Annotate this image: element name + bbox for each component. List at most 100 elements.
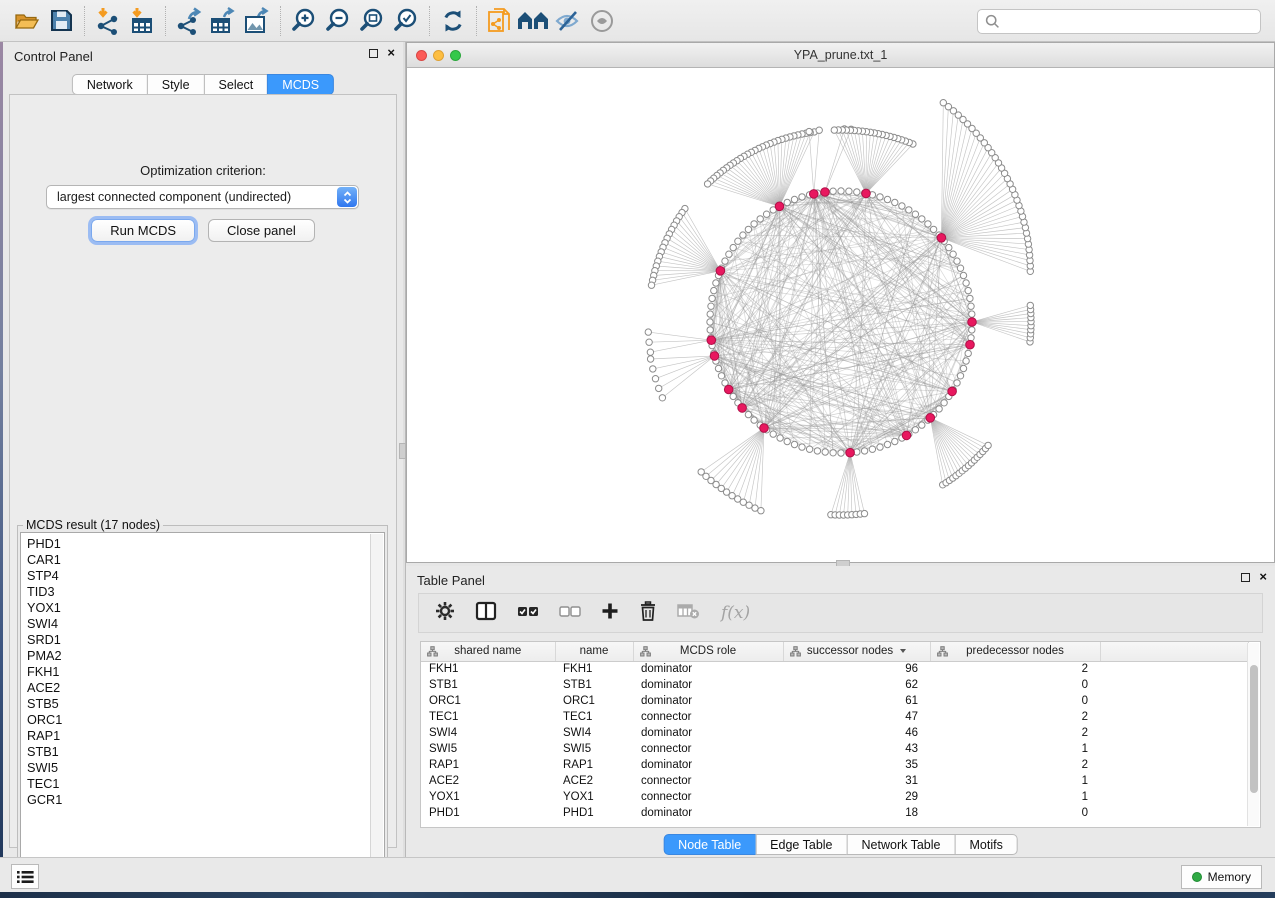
export-table-icon[interactable] — [206, 5, 240, 37]
tab-edge-table[interactable]: Edge Table — [755, 834, 847, 855]
deselect-all-icon[interactable] — [559, 602, 581, 625]
memory-button[interactable]: Memory — [1181, 865, 1262, 889]
column-header-shared-name[interactable]: shared name — [421, 642, 555, 661]
mcds-result-item[interactable]: FKH1 — [27, 664, 384, 680]
column-header-name[interactable]: name — [555, 642, 633, 661]
zoom-out-icon[interactable] — [321, 5, 355, 37]
mcds-result-item[interactable]: ACE2 — [27, 680, 384, 696]
mcds-result-item[interactable]: SWI5 — [27, 760, 384, 776]
table-cell[interactable]: dominator — [633, 677, 783, 693]
vertical-splitter-grip[interactable] — [399, 443, 406, 459]
table-cell[interactable]: connector — [633, 789, 783, 805]
table-row[interactable]: YOX1YOX1connector291 — [421, 789, 1249, 805]
table-cell[interactable]: connector — [633, 741, 783, 757]
tab-network-table[interactable]: Network Table — [847, 834, 956, 855]
float-panel-icon[interactable] — [1241, 573, 1250, 582]
tab-network[interactable]: Network — [72, 74, 148, 95]
table-row[interactable]: RAP1RAP1dominator352 — [421, 757, 1249, 773]
search-box[interactable] — [977, 9, 1261, 34]
mcds-result-item[interactable]: CAR1 — [27, 552, 384, 568]
mcds-result-listbox[interactable]: PHD1CAR1STP4TID3YOX1SWI4SRD1PMA2FKH1ACE2… — [20, 532, 385, 887]
result-scrollbar[interactable] — [370, 534, 383, 885]
table-scrollbar-thumb[interactable] — [1250, 665, 1258, 793]
table-cell[interactable]: dominator — [633, 693, 783, 709]
import-network-icon[interactable] — [91, 5, 125, 37]
table-cell[interactable]: FKH1 — [421, 661, 555, 677]
table-row[interactable]: SWI4SWI4dominator462 — [421, 725, 1249, 741]
table-cell[interactable]: YOX1 — [555, 789, 633, 805]
network-graph[interactable] — [407, 68, 1274, 562]
table-cell[interactable]: YOX1 — [421, 789, 555, 805]
table-cell[interactable]: 2 — [930, 709, 1100, 725]
table-cell[interactable]: dominator — [633, 661, 783, 677]
select-all-icon[interactable] — [517, 602, 539, 625]
table-scrollbar[interactable] — [1247, 643, 1259, 826]
table-cell[interactable]: FKH1 — [555, 661, 633, 677]
table-settings-gear-icon[interactable] — [435, 601, 455, 626]
mcds-result-item[interactable]: STB5 — [27, 696, 384, 712]
mcds-result-item[interactable]: PMA2 — [27, 648, 384, 664]
mcds-result-item[interactable]: RAP1 — [27, 728, 384, 744]
column-header-predecessor-nodes[interactable]: predecessor nodes — [930, 642, 1100, 661]
table-cell[interactable]: 0 — [930, 693, 1100, 709]
close-panel-button[interactable]: Close panel — [208, 219, 315, 242]
table-cell[interactable]: ORC1 — [421, 693, 555, 709]
table-cell[interactable]: STB1 — [421, 677, 555, 693]
column-header-mcds-role[interactable]: MCDS role — [633, 642, 783, 661]
save-icon[interactable] — [44, 5, 78, 37]
mcds-result-item[interactable]: TEC1 — [27, 776, 384, 792]
open-folder-icon[interactable] — [10, 5, 44, 37]
column-header-successor-nodes[interactable]: successor nodes — [783, 642, 930, 661]
table-cell[interactable]: 0 — [930, 677, 1100, 693]
table-cell[interactable]: connector — [633, 773, 783, 789]
tab-node-table[interactable]: Node Table — [663, 834, 756, 855]
mcds-result-item[interactable]: YOX1 — [27, 600, 384, 616]
hide-graphics-details-icon[interactable] — [551, 5, 585, 37]
table-cell[interactable]: 62 — [783, 677, 930, 693]
table-cell[interactable]: PHD1 — [421, 805, 555, 821]
table-cell[interactable]: 31 — [783, 773, 930, 789]
table-cell[interactable]: 18 — [783, 805, 930, 821]
table-cell[interactable]: RAP1 — [421, 757, 555, 773]
run-mcds-button[interactable]: Run MCDS — [91, 219, 195, 242]
table-cell[interactable]: SWI4 — [421, 725, 555, 741]
table-cell[interactable]: SWI4 — [555, 725, 633, 741]
close-panel-icon[interactable]: × — [1259, 572, 1267, 582]
table-cell[interactable]: ORC1 — [555, 693, 633, 709]
export-network-icon[interactable] — [172, 5, 206, 37]
table-cell[interactable]: 1 — [930, 741, 1100, 757]
export-image-icon[interactable] — [240, 5, 274, 37]
table-cell[interactable]: TEC1 — [555, 709, 633, 725]
table-cell[interactable]: 2 — [930, 757, 1100, 773]
refresh-icon[interactable] — [436, 5, 470, 37]
mcds-result-item[interactable]: TID3 — [27, 584, 384, 600]
table-cell[interactable]: 96 — [783, 661, 930, 677]
table-cell[interactable]: ACE2 — [421, 773, 555, 789]
table-row[interactable]: ACE2ACE2connector311 — [421, 773, 1249, 789]
zoom-selected-icon[interactable] — [389, 5, 423, 37]
table-row[interactable]: PHD1PHD1dominator180 — [421, 805, 1249, 821]
table-cell[interactable]: 29 — [783, 789, 930, 805]
mcds-result-item[interactable]: SRD1 — [27, 632, 384, 648]
table-row[interactable]: TEC1TEC1connector472 — [421, 709, 1249, 725]
mcds-result-item[interactable]: GCR1 — [27, 792, 384, 808]
import-table-icon[interactable] — [125, 5, 159, 37]
table-row[interactable]: ORC1ORC1dominator610 — [421, 693, 1249, 709]
table-cell[interactable]: 35 — [783, 757, 930, 773]
clone-network-icon[interactable] — [483, 5, 517, 37]
delete-trash-icon[interactable] — [639, 601, 657, 626]
table-cell[interactable]: 61 — [783, 693, 930, 709]
table-cell[interactable]: 47 — [783, 709, 930, 725]
tab-mcds[interactable]: MCDS — [267, 74, 334, 95]
table-row[interactable]: STB1STB1dominator620 — [421, 677, 1249, 693]
search-input[interactable] — [1000, 15, 1253, 29]
show-graphics-details-icon[interactable] — [585, 5, 619, 37]
zoom-in-icon[interactable] — [287, 5, 321, 37]
table-cell[interactable]: 46 — [783, 725, 930, 741]
table-cell[interactable]: SWI5 — [421, 741, 555, 757]
table-row[interactable]: FKH1FKH1dominator962 — [421, 661, 1249, 677]
close-panel-icon[interactable]: × — [387, 48, 395, 58]
float-panel-icon[interactable] — [369, 49, 378, 58]
table-cell[interactable]: RAP1 — [555, 757, 633, 773]
table-row[interactable]: SWI5SWI5connector431 — [421, 741, 1249, 757]
